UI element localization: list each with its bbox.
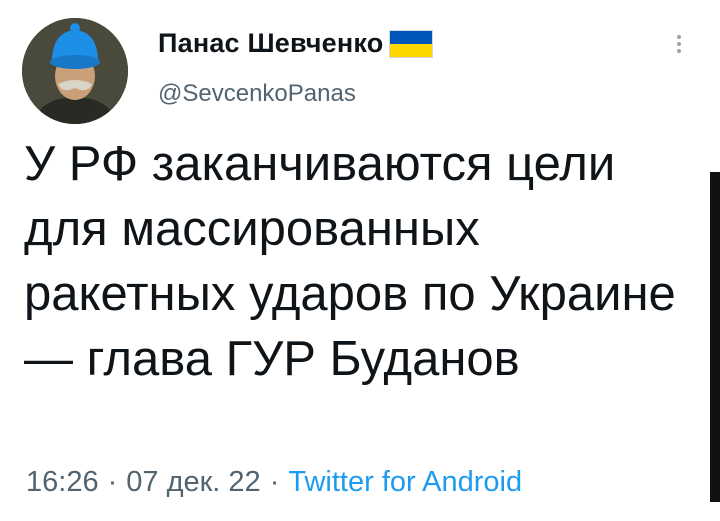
meta-separator: · xyxy=(269,466,280,498)
author-name[interactable]: Панас Шевченко xyxy=(158,28,383,59)
author-handle[interactable]: @SevcenkoPanas xyxy=(158,80,356,108)
ukraine-flag-icon xyxy=(389,29,434,58)
author-row: Панас Шевченко xyxy=(158,28,434,59)
meta-separator: · xyxy=(107,466,118,498)
tweet-time[interactable]: 16:26 xyxy=(26,466,99,498)
scrollbar[interactable] xyxy=(710,172,720,502)
tweet-meta: 16:26 · 07 дек. 22 · Twitter for Android xyxy=(26,466,522,499)
tweet-card: Панас Шевченко @SevcenkoPanas У РФ закан… xyxy=(0,0,720,521)
more-vertical-icon[interactable] xyxy=(668,32,690,60)
avatar[interactable] xyxy=(22,18,128,124)
tweet-source[interactable]: Twitter for Android xyxy=(288,466,522,498)
tweet-text: У РФ заканчиваются цели для массированны… xyxy=(24,137,676,386)
tweet-date[interactable]: 07 дек. 22 xyxy=(126,466,260,498)
